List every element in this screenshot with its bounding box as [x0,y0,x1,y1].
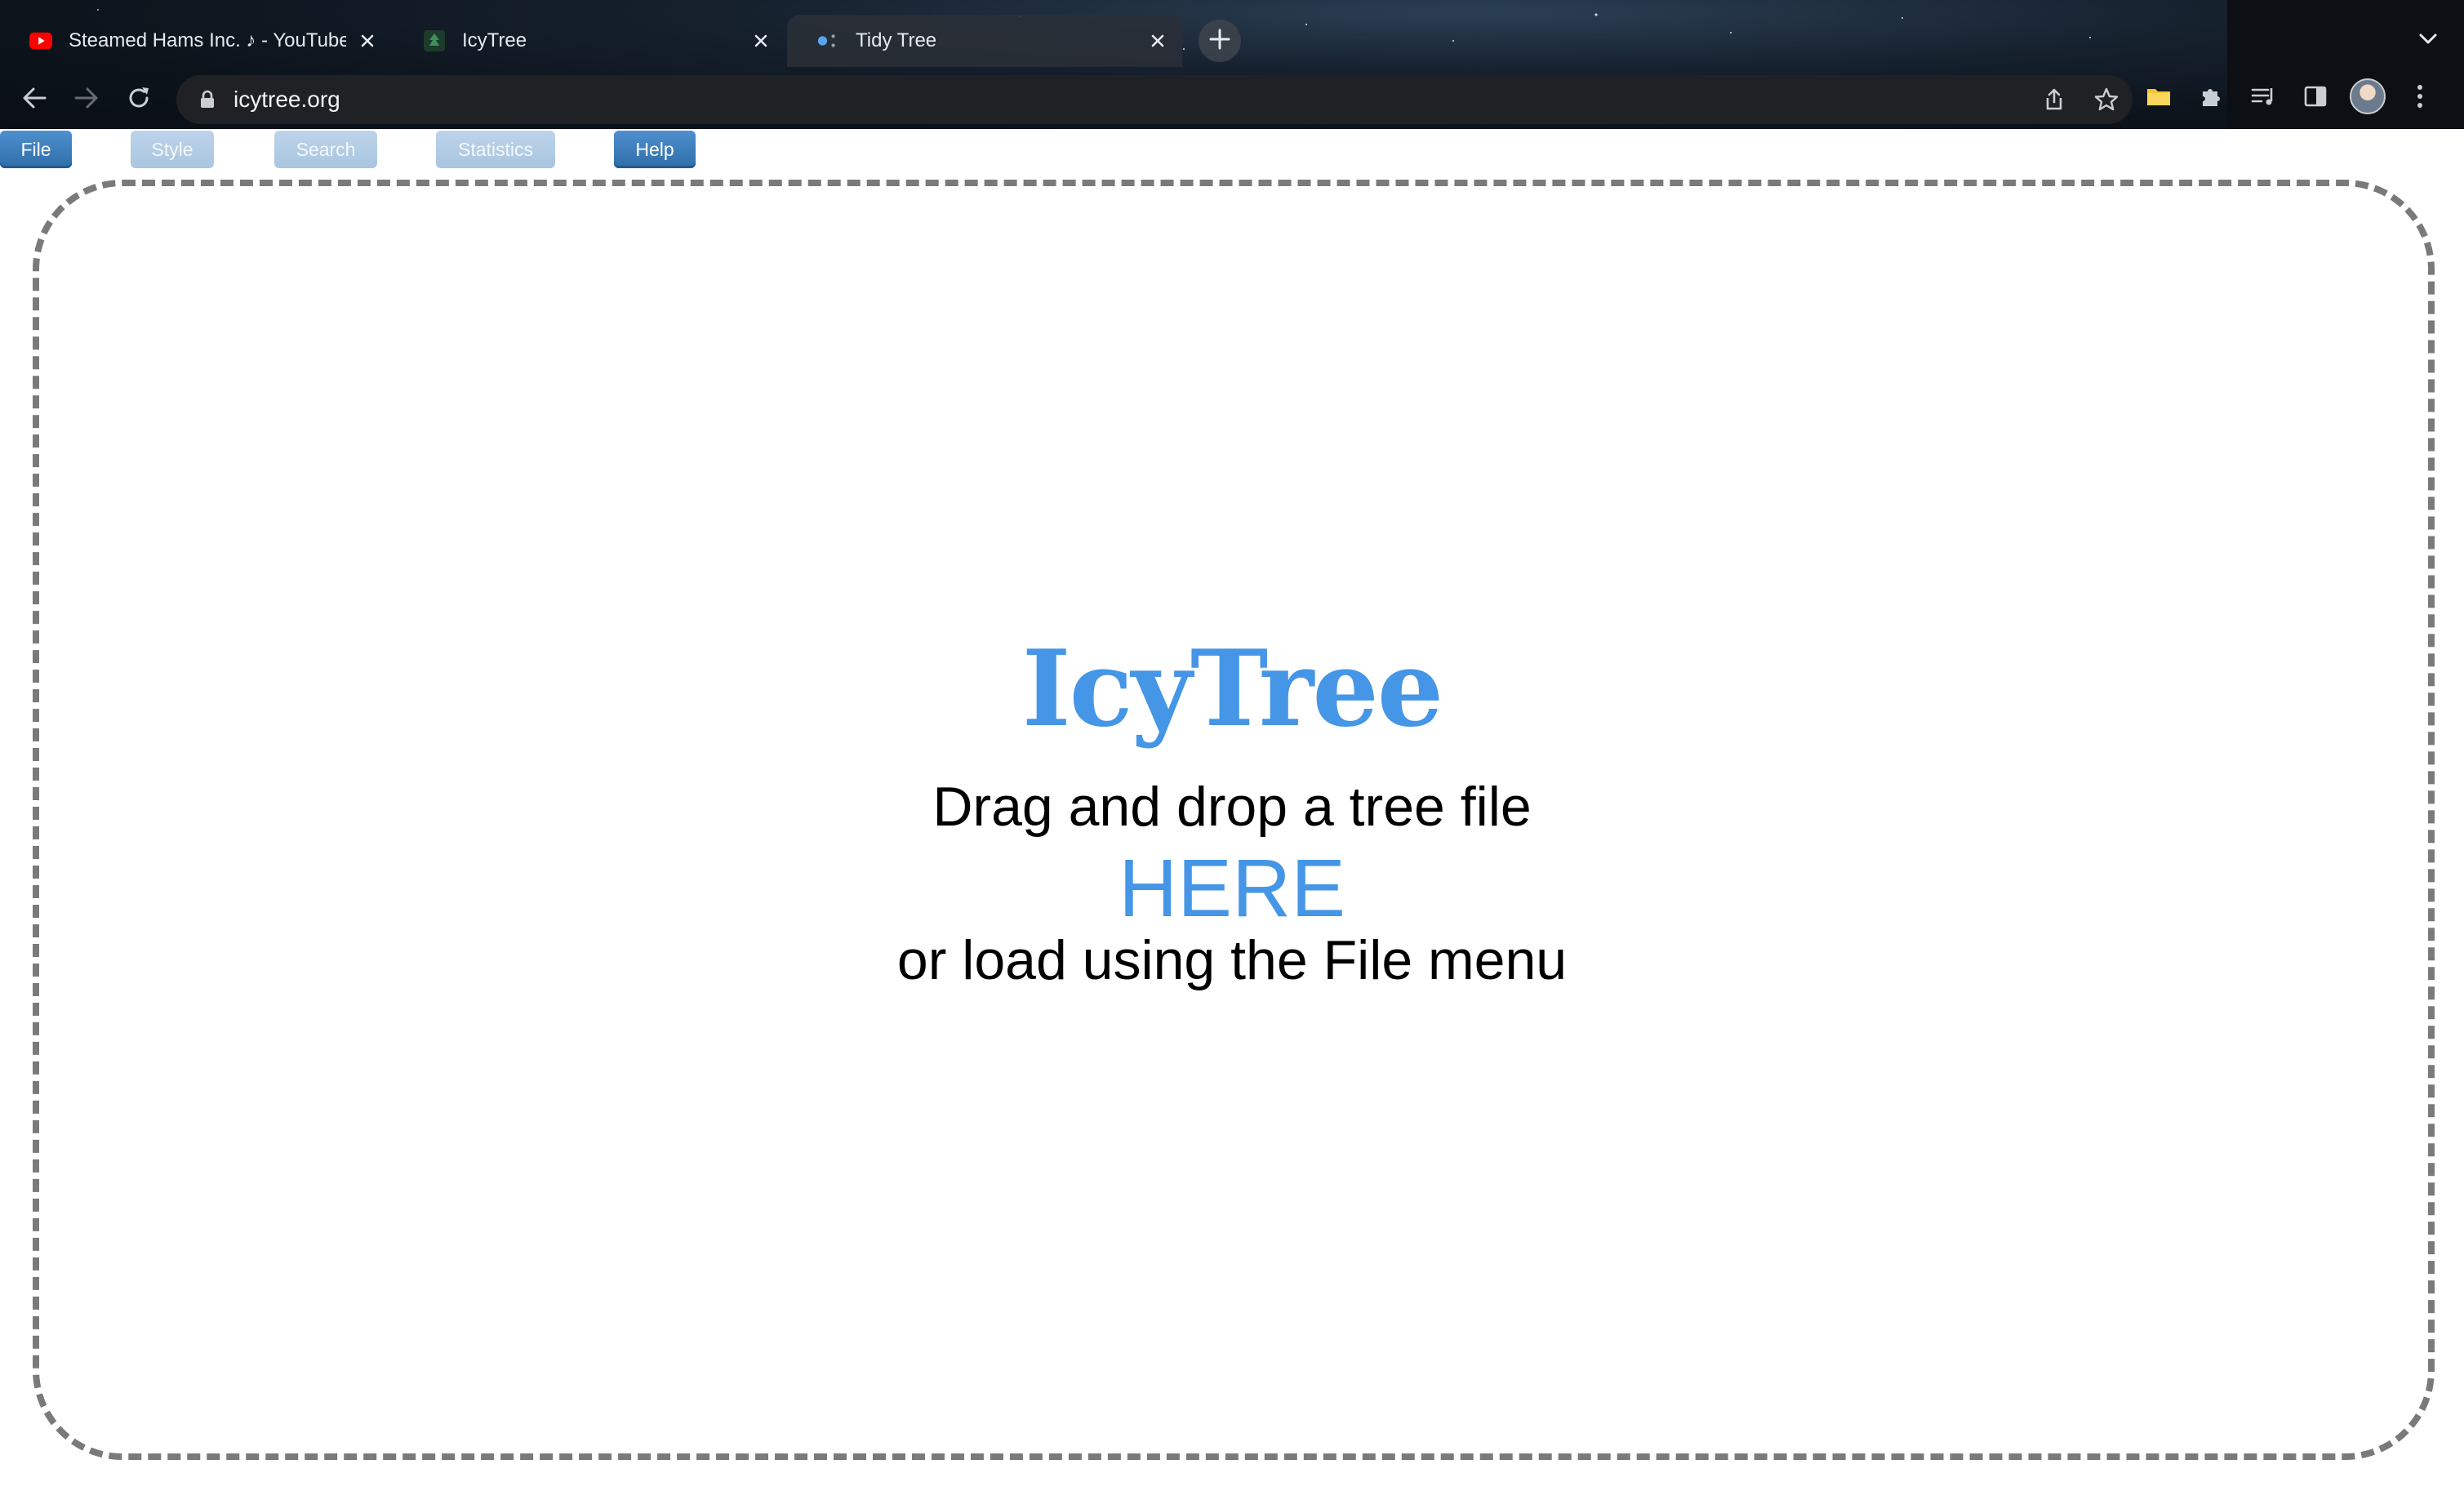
profile-avatar[interactable] [2350,78,2386,114]
icytree-favicon-icon [423,29,446,52]
app-menu-bar: File Style Search Statistics Help [0,131,2464,171]
youtube-icon [29,29,52,52]
arrow-right-icon [73,86,100,114]
tab-search-button[interactable] [2413,26,2443,56]
app-title: IcyTree [1021,628,1443,750]
tab-title: Steamed Hams Inc. ♪ - YouTube [69,29,346,51]
menu-style-button[interactable]: Style [131,131,214,168]
address-bar[interactable]: icytree.org [176,75,2133,124]
address-bar-actions [2020,82,2124,118]
more-vertical-icon[interactable] [2402,78,2438,114]
tab-tidy-tree[interactable]: Tidy Tree [787,15,1182,67]
menu-help-button[interactable]: Help [614,131,696,168]
folder-extension-icon[interactable] [2141,78,2177,114]
back-button[interactable] [16,82,52,118]
drop-instruction: Drag and drop a tree file [932,776,1532,838]
media-queue-icon[interactable] [2245,78,2281,114]
menu-file-button[interactable]: File [0,131,72,168]
arrow-left-icon [20,86,48,114]
forward-button[interactable] [69,82,105,118]
new-tab-button[interactable] [1199,20,1241,62]
tab-icytree[interactable]: IcyTree [394,15,785,67]
menu-search-button[interactable]: Search [274,131,377,168]
close-icon[interactable] [353,26,382,56]
share-icon[interactable] [2036,82,2072,118]
side-panel-icon[interactable] [2297,78,2333,114]
tab-strip: Steamed Hams Inc. ♪ - YouTube IcyTree Ti… [0,0,2464,70]
browser-toolbar: icytree.org [0,70,2464,129]
tab-youtube[interactable]: Steamed Hams Inc. ♪ - YouTube [0,15,392,67]
puzzle-icon[interactable] [2193,78,2229,114]
extensions-area [2141,78,2454,114]
tab-title: Tidy Tree [856,29,937,51]
bookmark-star-icon[interactable] [2088,82,2124,118]
browser-chrome: Steamed Hams Inc. ♪ - YouTube IcyTree Ti… [0,0,2464,129]
menu-statistics-button[interactable]: Statistics [436,131,555,168]
observable-dots-icon [816,29,839,52]
plus-icon [1208,27,1232,56]
load-instruction: or load using the File menu [896,929,1568,991]
close-icon[interactable] [1143,26,1172,56]
reload-icon [126,85,152,115]
tab-title: IcyTree [462,29,527,51]
url-text: icytree.org [234,87,340,112]
screen: Steamed Hams Inc. ♪ - YouTube IcyTree Ti… [0,0,2464,1491]
chevron-down-icon [2417,32,2439,51]
here-drop-target[interactable]: HERE [0,843,2464,934]
lock-icon[interactable] [198,88,217,111]
close-icon[interactable] [746,26,776,56]
reload-button[interactable] [121,82,157,118]
